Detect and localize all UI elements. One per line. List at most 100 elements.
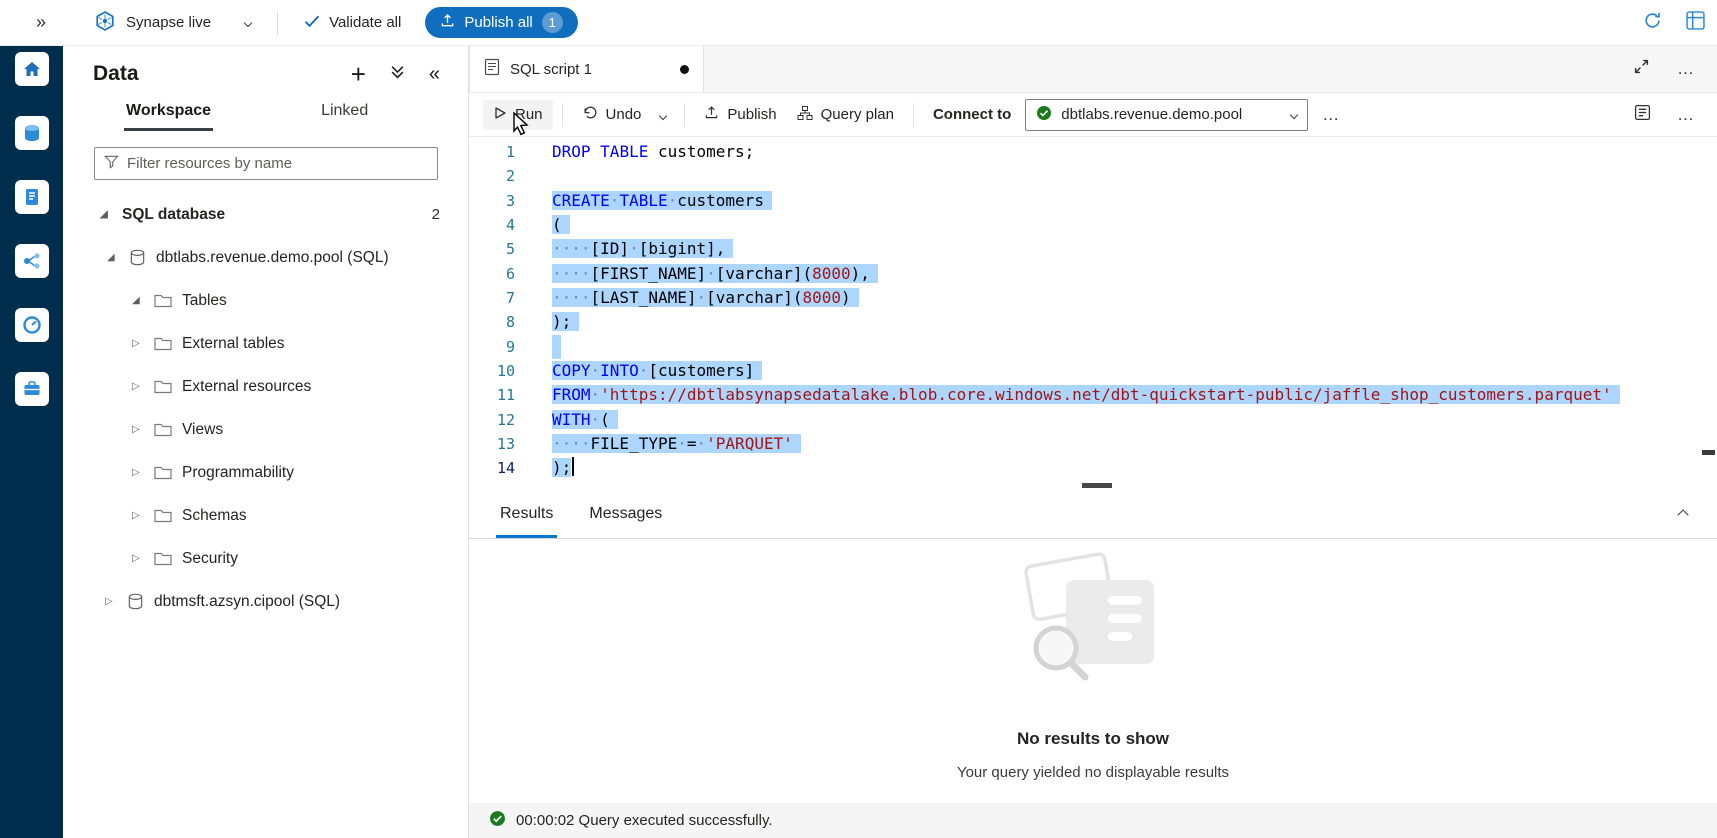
integrate-nav-icon[interactable] (15, 244, 49, 278)
collapse-results-icon[interactable] (1679, 506, 1687, 524)
tree-label: Programmability (182, 464, 294, 482)
validate-all-button[interactable]: Validate all (304, 13, 401, 33)
code-line[interactable]: 13····FILE_TYPE·=·'PARQUET' (469, 432, 1717, 456)
expand-editor-icon[interactable] (1634, 59, 1649, 79)
undo-dropdown-icon[interactable] (651, 98, 675, 131)
code-line[interactable]: 12WITH·( (469, 408, 1717, 432)
empty-results-subtitle: Your query yielded no displayable result… (957, 764, 1229, 781)
empty-results-title: No results to show (1017, 729, 1169, 749)
code-line[interactable]: 8); (469, 310, 1717, 334)
collapsed-arrow-icon[interactable]: ▷ (132, 424, 154, 435)
expanded-arrow-icon[interactable]: ◢ (107, 252, 129, 263)
divider (277, 11, 278, 35)
data-nav-icon[interactable] (15, 116, 49, 150)
tree-label: External tables (182, 335, 285, 353)
sql-pool-icon (129, 249, 146, 266)
tab-workspace[interactable]: Workspace (126, 102, 211, 131)
horizontal-scrollbar-thumb[interactable] (1082, 483, 1112, 488)
script-toolbar: Run Undo Publish Query plan Connect to (469, 93, 1717, 137)
code-line[interactable]: 1DROP TABLE customers; (469, 140, 1717, 164)
data-panel: Data + « Workspace Linked ◢ SQL database… (63, 46, 469, 838)
synapse-logo-icon (94, 10, 116, 36)
panel-more-icon[interactable]: … (1677, 105, 1695, 125)
filter-box (94, 147, 438, 180)
expand-rail-icon[interactable]: » (36, 12, 46, 33)
code-line[interactable]: 10COPY·INTO·[customers] (469, 359, 1717, 383)
tree-label: dbtmsft.azsyn.cipool (SQL) (154, 593, 340, 611)
collapsed-arrow-icon[interactable]: ▷ (132, 553, 154, 564)
tree-folder-schemas[interactable]: ▷ Schemas (63, 494, 468, 537)
tree-item-sql-database[interactable]: ◢ SQL database 2 (63, 193, 468, 236)
filter-resources-input[interactable] (127, 155, 428, 172)
divider (562, 103, 563, 127)
code-line[interactable]: 6····[FIRST_NAME]·[varchar](8000), (469, 262, 1717, 286)
publish-all-button[interactable]: Publish all 1 (425, 7, 577, 38)
publish-button[interactable]: Publish (694, 99, 786, 130)
collapsed-arrow-icon[interactable]: ▷ (132, 467, 154, 478)
expanded-arrow-icon[interactable]: ◢ (132, 295, 154, 306)
collapsed-arrow-icon[interactable]: ▷ (132, 381, 154, 392)
tab-results[interactable]: Results (482, 505, 571, 538)
panel-title: Data (93, 62, 139, 86)
filter-funnel-icon (104, 154, 119, 174)
tree-folder-external-tables[interactable]: ▷ External tables (63, 322, 468, 365)
query-plan-button[interactable]: Query plan (787, 99, 904, 131)
results-tab-bar: Results Messages (469, 489, 1717, 539)
toolbar-more-icon[interactable]: … (1322, 105, 1340, 125)
tab-linked[interactable]: Linked (321, 102, 368, 131)
editor-tab-strip: SQL script 1 … (469, 46, 1717, 93)
validate-all-label: Validate all (329, 14, 401, 31)
code-line[interactable]: 9 (469, 335, 1717, 359)
sql-pool-icon (127, 593, 144, 610)
undo-button[interactable]: Undo (572, 99, 652, 130)
tree-folder-tables[interactable]: ◢ Tables (63, 279, 468, 322)
no-results-illustration (1008, 552, 1178, 707)
tab-more-icon[interactable]: … (1677, 59, 1695, 79)
code-line[interactable]: 11FROM·'https://dbtlabsynapsedatalake.bl… (469, 383, 1717, 407)
code-line[interactable]: 14); (469, 456, 1717, 480)
run-button[interactable]: Run (483, 100, 553, 130)
tree-folder-external-resources[interactable]: ▷ External resources (63, 365, 468, 408)
collapsed-arrow-icon[interactable]: ▷ (132, 338, 154, 349)
refresh-icon[interactable] (1643, 11, 1662, 35)
collapsed-arrow-icon[interactable]: ▷ (132, 510, 154, 521)
code-line[interactable]: 2 (469, 164, 1717, 188)
code-line[interactable]: 7····[LAST_NAME]·[varchar](8000) (469, 286, 1717, 310)
tree-folder-views[interactable]: ▷ Views (63, 408, 468, 451)
table-grid-icon[interactable] (1686, 11, 1705, 35)
divider (913, 103, 914, 127)
pool-select-dropdown[interactable]: dbtlabs.revenue.demo.pool (1025, 99, 1308, 131)
sql-script-icon (484, 58, 500, 81)
code-line[interactable]: 4( (469, 213, 1717, 237)
top-bar: » Synapse live Validate all Publish all … (0, 0, 1717, 46)
publish-upload-icon (704, 105, 719, 124)
double-chevron-down-icon[interactable] (390, 64, 405, 84)
expanded-arrow-icon[interactable]: ◢ (100, 209, 122, 220)
collapse-panel-icon[interactable]: « (429, 63, 440, 86)
code-line[interactable]: 3CREATE·TABLE·customers (469, 189, 1717, 213)
tree-item-pool-dbtmsft[interactable]: ▷ dbtmsft.azsyn.cipool (SQL) (63, 580, 468, 623)
tree-folder-programmability[interactable]: ▷ Programmability (63, 451, 468, 494)
synapse-live-dropdown[interactable]: Synapse live (94, 10, 251, 36)
tab-messages[interactable]: Messages (571, 505, 680, 538)
add-resource-icon[interactable]: + (351, 64, 366, 84)
folder-icon (154, 551, 172, 566)
tab-sql-script-1[interactable]: SQL script 1 (469, 46, 704, 92)
properties-icon[interactable] (1634, 104, 1651, 125)
sql-code-editor[interactable]: 1DROP TABLE customers;23CREATE·TABLE·cus… (469, 137, 1717, 489)
home-nav-icon[interactable] (15, 52, 49, 86)
tree-item-pool-dbtlabs[interactable]: ◢ dbtlabs.revenue.demo.pool (SQL) (63, 236, 468, 279)
tree-folder-security[interactable]: ▷ Security (63, 537, 468, 580)
monitor-nav-icon[interactable] (15, 308, 49, 342)
tree-label: Tables (182, 292, 227, 310)
code-line[interactable]: 5····[ID]·[bigint], (469, 237, 1717, 261)
tree-label: Views (182, 421, 223, 439)
query-status-bar: 00:00:02 Query executed successfully. (469, 803, 1717, 838)
develop-nav-icon[interactable] (15, 180, 49, 214)
manage-nav-icon[interactable] (15, 372, 49, 406)
resource-tree: ◢ SQL database 2 ◢ dbtlabs.revenue.demo.… (63, 193, 468, 623)
collapsed-arrow-icon[interactable]: ▷ (105, 596, 127, 607)
main-area: SQL script 1 … Run Undo (469, 46, 1717, 838)
publish-upload-icon (440, 13, 455, 32)
divider (684, 103, 685, 127)
